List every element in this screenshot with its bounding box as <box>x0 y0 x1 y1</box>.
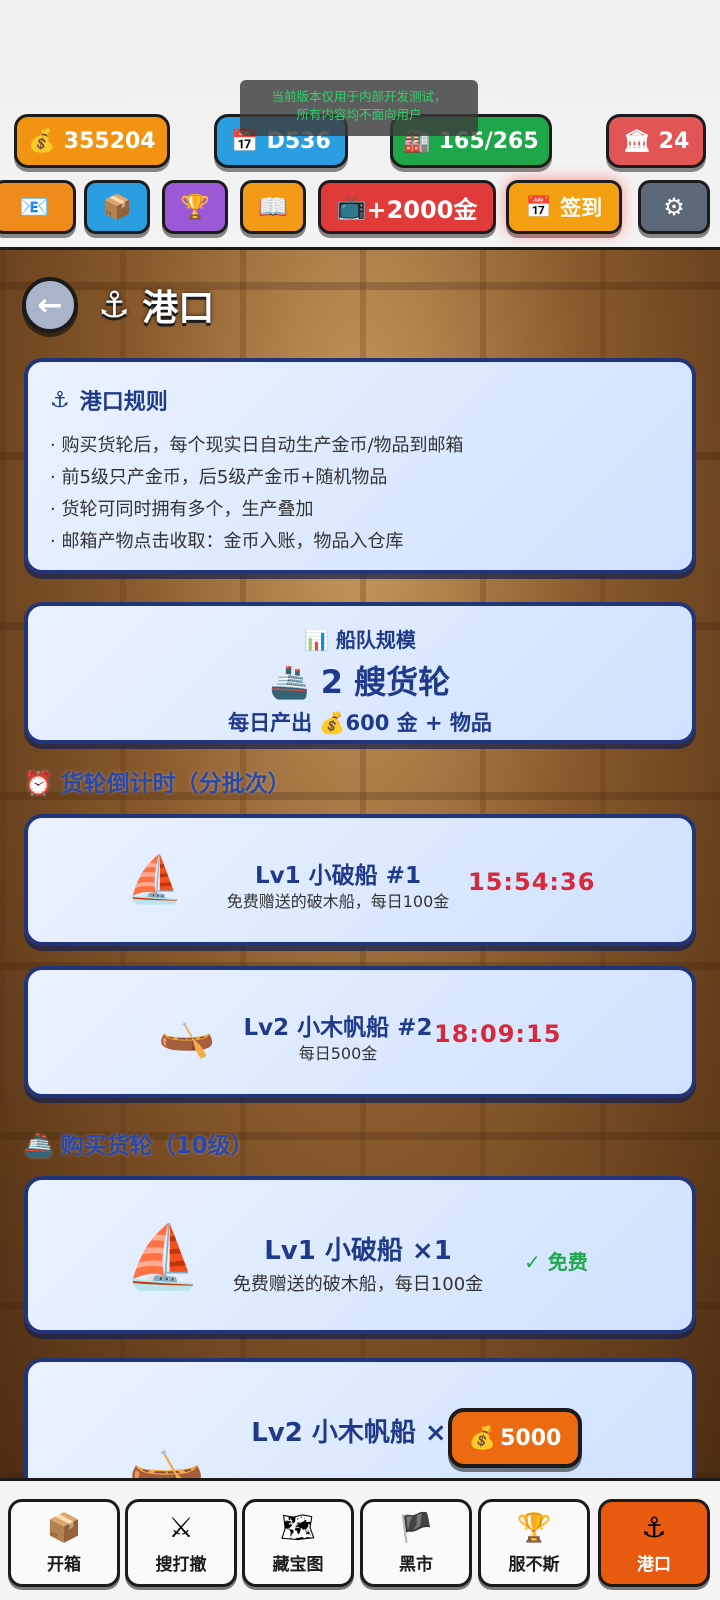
nav-label: 服不斯 <box>508 1555 560 1575</box>
trophy-icon: 🏆 <box>180 193 210 221</box>
money-bag-icon: 💰 <box>28 128 56 154</box>
rules-card: ⚓ 港口规则 · 购买货轮后，每个现实日自动生产金币/物品到邮箱 · 前5级只产… <box>24 358 696 574</box>
fleet-daily: 每日产出 💰600 金 + 物品 <box>228 711 492 735</box>
inventory-button[interactable]: 📦 <box>84 180 150 234</box>
ship-desc: 免费赠送的破木船，每日100金 <box>226 892 450 911</box>
ship-timer: 15:54:36 <box>468 868 596 896</box>
mail-button[interactable]: 📧 <box>0 180 76 234</box>
dev-notice: 当前版本仅用于内部开发测试， 所有内容均不面向用户 <box>240 80 478 136</box>
fleet-summary-card: 📊 船队规模 🚢 2 艘货轮 每日产出 💰600 金 + 物品 <box>24 602 696 744</box>
top-bar: 💰 355204 📅 D536 🏭 165/265 🏛 24 当前版本仅用于内部… <box>0 0 720 250</box>
checkmark-icon: ✓ <box>524 1250 541 1274</box>
nav-label: 搜打撤 <box>155 1555 207 1575</box>
tv-icon: 📺 <box>336 193 367 221</box>
achievements-button[interactable]: 🏆 <box>162 180 228 234</box>
buy-button[interactable]: 💰 5000 <box>448 1408 582 1468</box>
sign-in-button[interactable]: 📅 签到 <box>506 180 622 234</box>
dev-notice-line2: 所有内容均不面向用户 <box>296 107 422 122</box>
shop-item-desc: 免费赠送的破木船，每日100金 <box>232 1274 484 1295</box>
rules-title: 港口规则 <box>79 390 168 415</box>
shop-item-name: Lv1 小破船 ×1 <box>264 1236 452 1266</box>
nav-label: 藏宝图 <box>272 1555 324 1575</box>
free-label: 免费 <box>547 1250 588 1274</box>
fleet-count-row: 🚢 2 艘货轮 <box>28 657 692 703</box>
gear-icon: ⚙ <box>663 193 685 221</box>
nav-black-market[interactable]: 🏴 黑市 <box>360 1499 472 1587</box>
nav-raid[interactable]: ⚔ 搜打撤 <box>125 1499 237 1587</box>
ad-reward-button[interactable]: 📺 +2000金 <box>318 180 496 234</box>
mail-icon: 📧 <box>19 193 49 221</box>
page-header: ← ⚓ 港口 <box>22 274 214 336</box>
anchor-icon: ⚓ <box>641 1511 667 1544</box>
fleet-label: 船队规模 <box>335 628 416 652</box>
package-icon: 📦 <box>46 1511 82 1544</box>
gold-counter[interactable]: 💰 355204 <box>14 114 170 168</box>
canoe-icon: 🛶 <box>158 1006 216 1060</box>
settings-button[interactable]: ⚙ <box>638 180 710 234</box>
sign-in-label: 签到 <box>560 196 603 220</box>
bottom-nav: 📦 开箱 ⚔ 搜打撤 🗺 藏宝图 🏴 黑市 🏆 服不斯 ⚓ 港口 <box>0 1478 720 1600</box>
dev-notice-line1: 当前版本仅用于内部开发测试， <box>271 89 447 104</box>
bank-icon: 🏛 <box>622 128 651 154</box>
rule-item: · 购买货轮后，每个现实日自动生产金币/物品到邮箱 <box>50 435 464 456</box>
crossed-swords-icon: ⚔ <box>168 1511 194 1544</box>
canoe-icon: 🛶 <box>128 1428 206 1480</box>
alarm-clock-icon: ⏰ <box>24 771 53 797</box>
back-arrow-icon: ← <box>37 287 63 323</box>
countdown-section-title: ⏰ 货轮倒计时（分批次） <box>24 764 291 798</box>
ship-icon: 🚢 <box>269 663 310 701</box>
map-icon: 🗺 <box>280 1511 316 1544</box>
bank-value: 24 <box>658 128 690 154</box>
nav-label: 黑市 <box>399 1555 433 1575</box>
guide-button[interactable]: 📖 <box>240 180 306 234</box>
anchor-icon: ⚓ <box>98 284 131 326</box>
rule-item: · 前5级只产金币，后5级产金币+随机物品 <box>50 467 388 488</box>
nav-leaderboard[interactable]: 🏆 服不斯 <box>478 1499 590 1587</box>
ship-desc: 每日500金 <box>298 1044 378 1063</box>
rules-list: · 购买货轮后，每个现实日自动生产金币/物品到邮箱 · 前5级只产金币，后5级产… <box>50 430 670 558</box>
shop-item-card[interactable]: ⛵ Lv1 小破船 ×1 免费赠送的破木船，每日100金 ✓ 免费 <box>24 1176 696 1334</box>
rule-item: · 邮箱产物点击收取：金币入账，物品入仓库 <box>50 531 404 552</box>
book-icon: 📖 <box>258 193 288 221</box>
nav-treasure-map[interactable]: 🗺 藏宝图 <box>242 1499 354 1587</box>
ad-reward-label: +2000金 <box>366 195 478 224</box>
gold-value: 355204 <box>63 128 156 154</box>
nav-harbor[interactable]: ⚓ 港口 <box>598 1499 710 1587</box>
ship-name: Lv2 小木帆船 #2 <box>243 1015 433 1041</box>
nav-open-box[interactable]: 📦 开箱 <box>8 1499 120 1587</box>
back-button[interactable]: ← <box>22 277 78 333</box>
fleet-label-row: 📊 船队规模 <box>28 624 692 653</box>
calendar-icon: 📅 <box>525 194 553 219</box>
nav-label: 港口 <box>637 1555 671 1575</box>
bank-counter[interactable]: 🏛 24 <box>606 114 706 168</box>
sailboat-icon: ⛵ <box>124 1220 202 1293</box>
chart-icon: 📊 <box>304 628 329 652</box>
ship-countdown-card[interactable]: ⛵ Lv1 小破船 #1 免费赠送的破木船，每日100金 15:54:36 <box>24 814 696 946</box>
free-tag[interactable]: ✓ 免费 <box>524 1246 588 1275</box>
rules-heading: ⚓ 港口规则 <box>50 384 670 416</box>
page-title: ⚓ 港口 <box>98 279 214 331</box>
page-title-text: 港口 <box>142 288 215 329</box>
countdown-title: 货轮倒计时（分批次） <box>60 771 291 797</box>
anchor-icon: ⚓ <box>50 387 70 413</box>
buy-price: 5000 <box>500 1425 562 1451</box>
pirate-flag-icon: 🏴 <box>398 1511 434 1544</box>
rule-item: · 货轮可同时拥有多个，生产叠加 <box>50 499 314 520</box>
ship-name: Lv1 小破船 #1 <box>255 863 421 889</box>
money-bag-icon: 💰 <box>468 1425 497 1451</box>
shop-title: 购买货轮（10级） <box>60 1133 254 1159</box>
app-screen: 💰 355204 📅 D536 🏭 165/265 🏛 24 当前版本仅用于内部… <box>0 0 720 1600</box>
ship-timer: 18:09:15 <box>434 1020 562 1048</box>
shop-item-card[interactable]: 🛶 Lv2 小木帆船 ×1 💰 5000 <box>24 1358 696 1480</box>
package-icon: 📦 <box>102 193 132 221</box>
sailboat-icon: ⛵ <box>126 852 184 906</box>
nav-label: 开箱 <box>47 1555 81 1575</box>
fleet-count: 2 艘货轮 <box>320 663 451 701</box>
harbor-page: ← ⚓ 港口 ⚓ 港口规则 · 购买货轮后，每个现实日自动生产金币/物品到邮箱 … <box>0 250 720 1480</box>
ship-icon: 🚢 <box>24 1133 53 1159</box>
trophy-icon: 🏆 <box>516 1511 552 1544</box>
ship-countdown-card[interactable]: 🛶 Lv2 小木帆船 #2 每日500金 18:09:15 <box>24 966 696 1098</box>
shop-section-title: 🚢 购买货轮（10级） <box>24 1126 254 1160</box>
